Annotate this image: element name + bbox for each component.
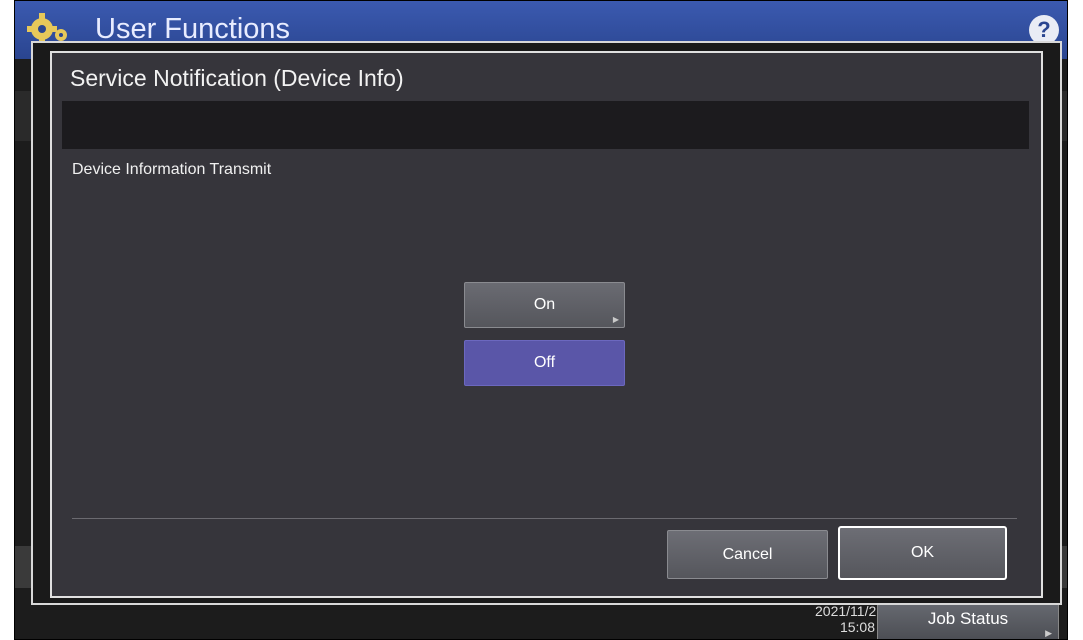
option-off-label: Off: [533, 354, 556, 371]
date-text: 2021/11/26: [815, 603, 885, 619]
cancel-button[interactable]: Cancel: [667, 530, 828, 579]
datetime: 2021/11/26 15:08: [815, 603, 885, 635]
triangle-right-icon: ▶: [1045, 628, 1052, 638]
dialog-title: Service Notification (Device Info): [70, 65, 404, 91]
ok-button[interactable]: OK: [838, 526, 1007, 580]
divider: [72, 518, 1017, 519]
time-text: 15:08: [839, 619, 875, 635]
section-label: Device Information Transmit: [72, 161, 272, 178]
message-bar: [62, 101, 1029, 149]
option-on-label: On: [533, 296, 556, 313]
option-on-button[interactable]: On ▶: [464, 282, 625, 328]
job-status-label: Job Status: [927, 609, 1009, 628]
service-notification-dialog: Service Notification (Device Info) Devic…: [50, 51, 1043, 598]
option-off-button[interactable]: Off: [464, 340, 625, 386]
triangle-right-icon: ▶: [612, 315, 619, 324]
